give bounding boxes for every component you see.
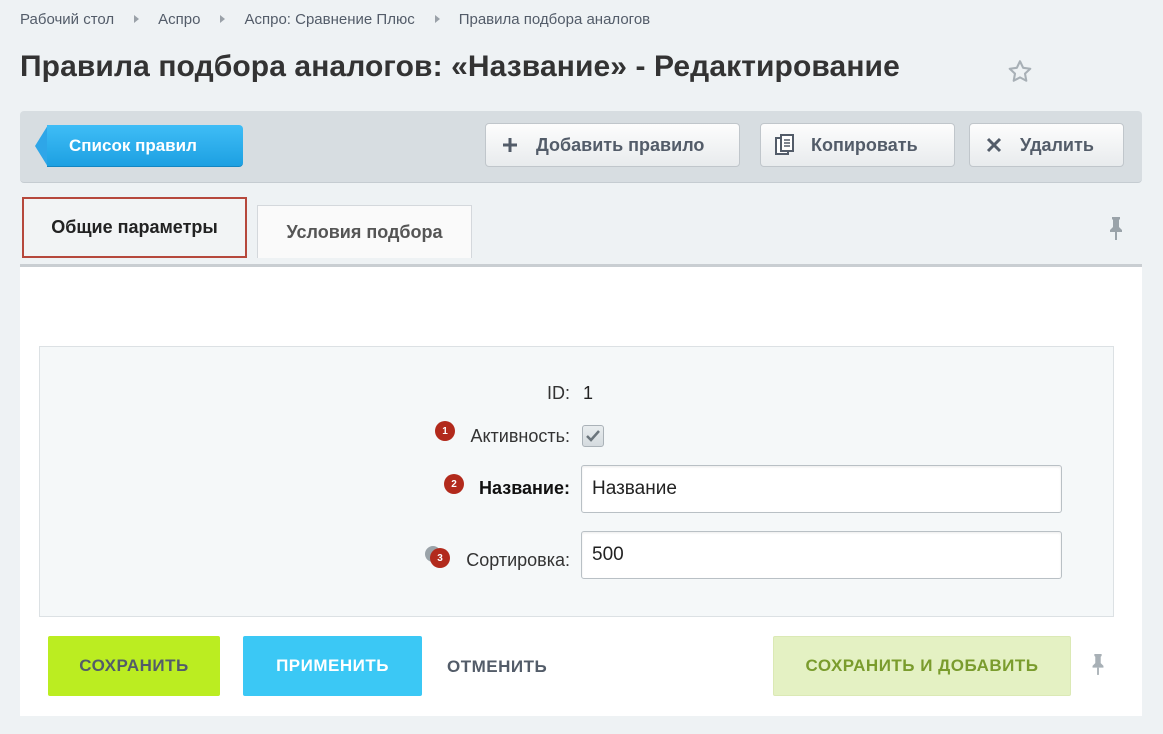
rules-list-button[interactable]: Список правил [35, 125, 243, 167]
plus-icon [500, 135, 520, 155]
apply-button[interactable]: ПРИМЕНИТЬ [243, 636, 422, 696]
star-icon[interactable] [1006, 58, 1034, 86]
delete-label: Удалить [1020, 134, 1094, 155]
save-and-add-button[interactable]: СОХРАНИТЬ И ДОБАВИТЬ [773, 636, 1071, 696]
page-title: Правила подбора аналогов: «Название» - Р… [20, 50, 900, 83]
pin-icon[interactable] [1105, 215, 1127, 241]
name-label: Название: [479, 478, 570, 498]
breadcrumb-item-aspro[interactable]: Аспро [158, 11, 200, 28]
breadcrumb-separator-icon [134, 15, 140, 23]
id-value: 1 [583, 383, 594, 403]
pin-icon[interactable] [1088, 651, 1108, 677]
breadcrumb-item-desktop[interactable]: Рабочий стол [20, 11, 114, 28]
tab-general-params[interactable]: Общие параметры [22, 197, 247, 258]
sort-input[interactable] [581, 531, 1062, 579]
breadcrumb-item-compare-plus[interactable]: Аспро: Сравнение Плюс [244, 11, 414, 28]
hint-badge-2[interactable]: 2 [444, 474, 464, 494]
breadcrumb-item-rules[interactable]: Правила подбора аналогов [459, 11, 650, 28]
close-icon [984, 135, 1004, 155]
check-icon [586, 430, 600, 442]
breadcrumb: Рабочий стол Аспро Аспро: Сравнение Плюс… [20, 9, 650, 29]
add-rule-label: Добавить правило [536, 134, 705, 155]
active-checkbox[interactable] [582, 425, 604, 447]
sort-label: Сортировка: [466, 550, 570, 570]
breadcrumb-separator-icon [434, 15, 440, 23]
delete-button[interactable]: Удалить [969, 123, 1124, 167]
general-params-panel: ID: 1 1 Активность: 2 Название: 3 Сортир… [20, 264, 1142, 716]
hint-badge-1[interactable]: 1 [435, 421, 455, 441]
rules-list-label: Список правил [47, 125, 243, 167]
tabs-bar: Общие параметры Условия подбора [20, 197, 1142, 267]
copy-label: Копировать [811, 134, 918, 155]
breadcrumb-separator-icon [220, 15, 226, 23]
cancel-button[interactable]: ОТМЕНИТЬ [447, 657, 547, 677]
hint-badge-3[interactable]: 3 [430, 548, 450, 568]
tab-selection-conditions[interactable]: Условия подбора [257, 205, 472, 258]
copy-button[interactable]: Копировать [760, 123, 955, 167]
copy-icon [775, 134, 795, 155]
save-button[interactable]: СОХРАНИТЬ [48, 636, 220, 696]
edit-form: ID: 1 1 Активность: 2 Название: 3 Сортир… [39, 346, 1114, 617]
name-input[interactable] [581, 465, 1062, 513]
id-label: ID: [546, 383, 570, 403]
active-label: Активность: [470, 426, 570, 446]
toolbar: Список правил Добавить правило Копироват… [20, 111, 1142, 183]
add-rule-button[interactable]: Добавить правило [485, 123, 740, 167]
